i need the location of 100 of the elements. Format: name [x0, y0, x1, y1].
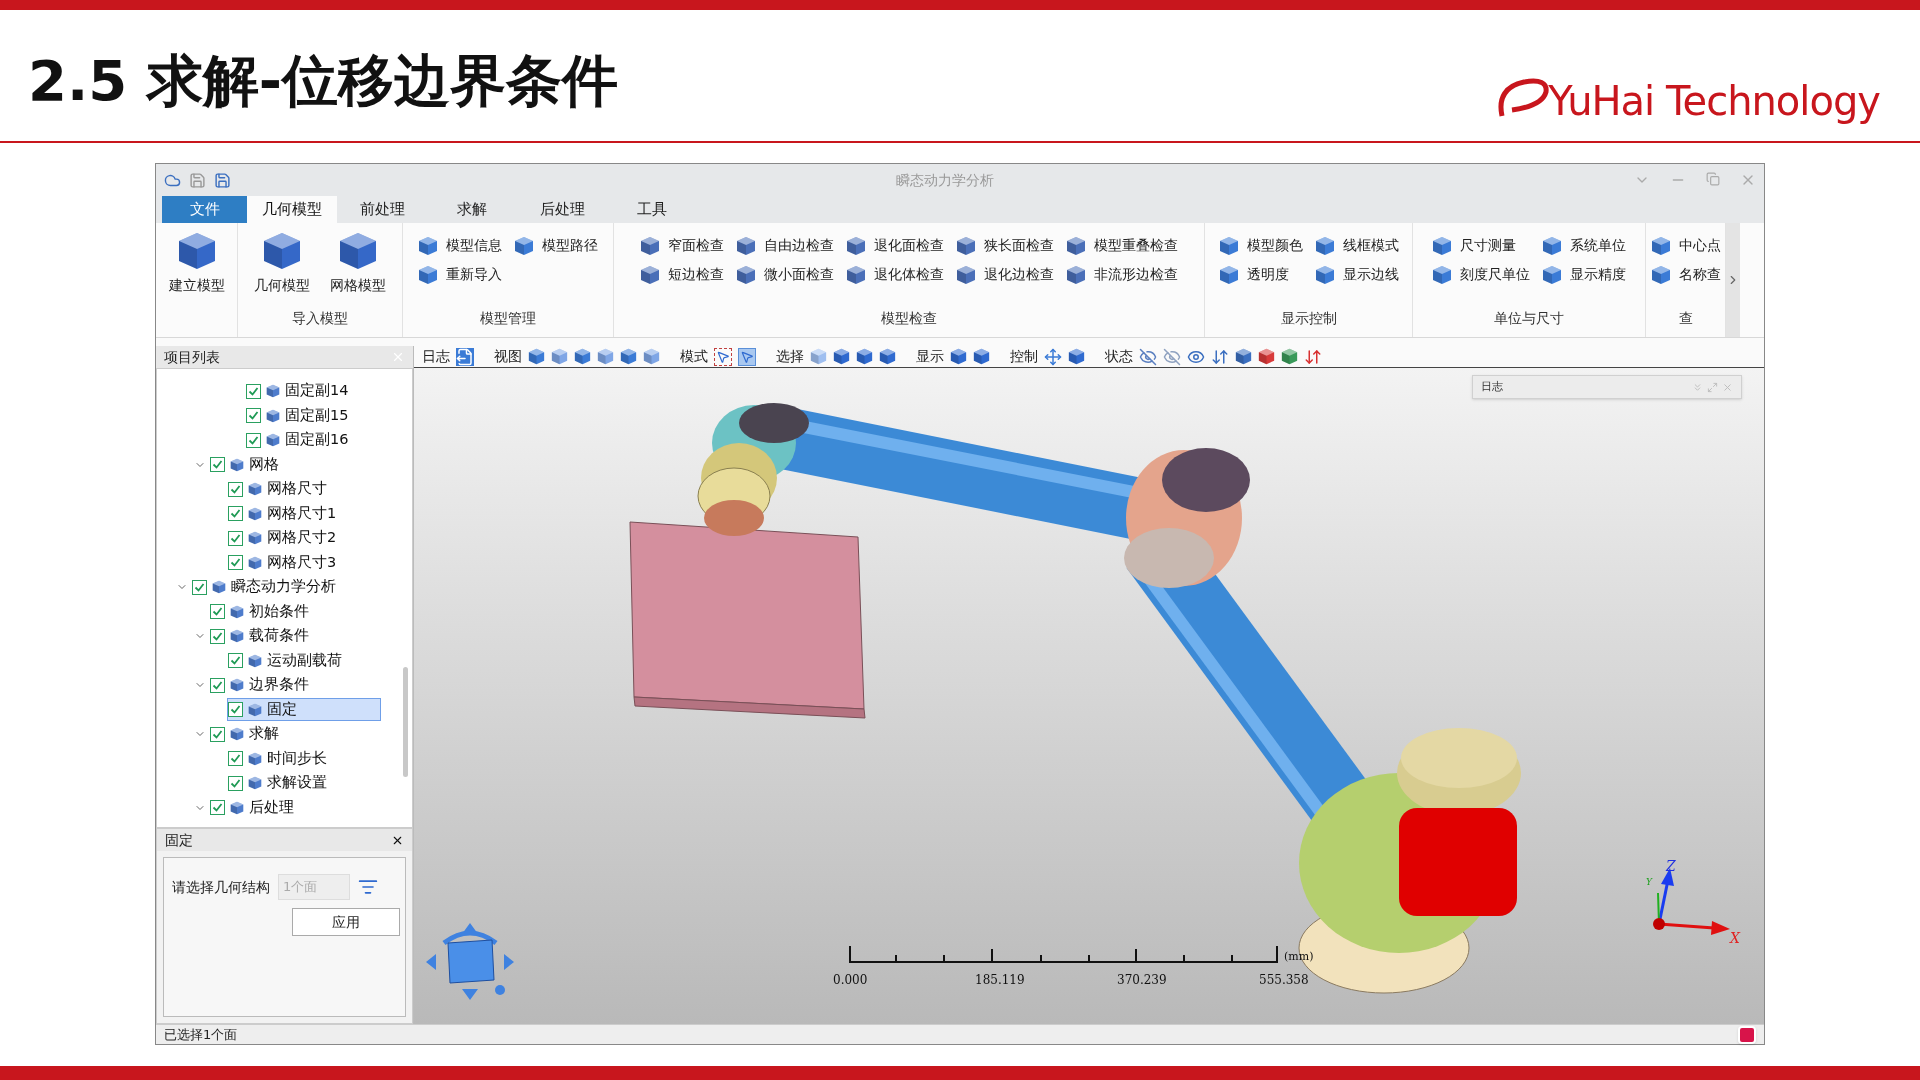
tree-item[interactable]: 运动副载荷	[227, 649, 351, 673]
checkbox[interactable]	[210, 677, 225, 693]
ribbon-button[interactable]: 透明度	[1218, 264, 1303, 285]
checkbox[interactable]	[246, 408, 261, 424]
tree-item[interactable]: 求解	[209, 722, 288, 746]
tree-item[interactable]: 求解设置	[227, 771, 336, 795]
app-icon[interactable]	[1738, 1025, 1756, 1044]
checkbox[interactable]	[246, 432, 261, 448]
ribbon-button[interactable]: 模型颜色	[1218, 235, 1303, 256]
field-label: 请选择几何结构	[172, 877, 270, 897]
tree-item[interactable]: 载荷条件	[209, 624, 318, 648]
large-ribbon-button[interactable]: 几何模型	[250, 231, 314, 296]
checkbox[interactable]	[210, 726, 225, 742]
ribbon-button[interactable]: 刻度尺单位	[1432, 264, 1530, 285]
ribbon-button[interactable]: 模型路径	[514, 235, 598, 256]
swap-icon	[1211, 347, 1229, 366]
checkbox[interactable]	[192, 579, 207, 595]
checkbox[interactable]	[228, 751, 243, 767]
ribbon-button[interactable]: 中心点	[1650, 235, 1721, 256]
tree-node-icon	[266, 384, 280, 399]
checkmark-icon	[248, 410, 259, 422]
ribbon-button[interactable]: 短边检查	[640, 264, 724, 285]
save-icon[interactable]	[214, 171, 231, 189]
ribbon-button[interactable]: 尺寸测量	[1432, 235, 1530, 256]
checkbox[interactable]	[210, 800, 225, 816]
tree-item[interactable]: 瞬态动力学分析	[191, 575, 345, 599]
ribbon-button[interactable]: 退化边检查	[956, 264, 1054, 285]
ribbon-button[interactable]: 模型信息	[418, 235, 502, 256]
tree-node-icon	[266, 433, 280, 448]
ribbon-button[interactable]: 自由边检查	[736, 235, 834, 256]
checkbox[interactable]	[228, 653, 243, 669]
tree-node-icon	[248, 776, 262, 791]
tree-item[interactable]: 固定	[227, 698, 381, 722]
list-icon[interactable]	[358, 877, 378, 897]
ribbon-button[interactable]: 显示边线	[1314, 264, 1399, 285]
ribbon-group-label: 模型检查	[880, 309, 938, 328]
ribbon-button[interactable]: 微小面检查	[736, 264, 834, 285]
ribbon-button[interactable]: 模型重叠检查	[1066, 235, 1178, 256]
tree-item[interactable]: 网格尺寸1	[227, 502, 346, 526]
apply-button[interactable]: 应用	[292, 908, 400, 936]
checkbox[interactable]	[228, 481, 243, 497]
tree-item[interactable]: 网格尺寸3	[227, 551, 346, 575]
mode-button[interactable]	[738, 347, 756, 366]
tree-item[interactable]: 固定副14	[245, 379, 358, 403]
checkbox[interactable]	[228, 530, 243, 546]
checkmark-icon	[230, 777, 241, 789]
tree-item[interactable]: 网格尺寸2	[227, 526, 346, 550]
tree-node-icon	[230, 800, 244, 815]
3d-viewport[interactable]: 0.000 185.119 370.239 555.358 (mm) Z Y X 日志	[414, 368, 1764, 1024]
toolbar-label: 状态	[1105, 347, 1133, 366]
tree-item[interactable]: 初始条件	[209, 600, 318, 624]
ribbon-button[interactable]: 退化体检查	[846, 264, 944, 285]
ribbon-button[interactable]: 窄面检查	[640, 235, 724, 256]
ribbon-button[interactable]: 显示精度	[1542, 264, 1626, 285]
checkbox[interactable]	[246, 383, 261, 399]
ribbon-button[interactable]: 狭长面检查	[956, 235, 1054, 256]
ribbon-tab[interactable]: 工具	[607, 196, 697, 223]
ribbon-button[interactable]: 非流形边检查	[1066, 264, 1178, 285]
tree-item[interactable]: 网格	[209, 453, 288, 477]
tree-item[interactable]: 网格尺寸	[227, 477, 336, 501]
checkbox[interactable]	[210, 457, 225, 473]
checkbox[interactable]	[210, 628, 225, 644]
tree-item-label: 求解设置	[267, 773, 327, 793]
tree-item[interactable]: 固定副16	[245, 428, 358, 452]
save-icon[interactable]	[189, 171, 206, 189]
cube-icon	[1314, 235, 1335, 256]
ribbon-tab[interactable]: 求解	[427, 196, 517, 223]
checkbox[interactable]	[228, 555, 243, 571]
tree-item[interactable]: 固定副15	[245, 404, 358, 428]
ribbon-group-label: 单位与尺寸	[1493, 309, 1565, 328]
checkbox[interactable]	[228, 702, 243, 718]
tree-item[interactable]: 时间步长	[227, 747, 336, 771]
large-ribbon-button[interactable]: 网格模型	[326, 231, 390, 296]
view-cube-drawing[interactable]	[426, 923, 514, 1000]
ribbon-tab[interactable]: 前处理	[337, 196, 427, 223]
tree-item-label: 瞬态动力学分析	[231, 577, 336, 597]
tree-node-icon	[230, 604, 244, 619]
checkbox[interactable]	[210, 604, 225, 620]
large-ribbon-button[interactable]: 建立模型	[164, 231, 229, 296]
mode-button[interactable]	[714, 347, 732, 366]
checkbox[interactable]	[228, 506, 243, 522]
ribbon-button[interactable]: 退化面检查	[846, 235, 944, 256]
ribbon-button[interactable]: 线框模式	[1314, 235, 1399, 256]
ribbon-button[interactable]: 重新导入	[418, 264, 502, 285]
cube-icon	[1542, 264, 1562, 285]
scrollbar-thumb[interactable]	[403, 667, 408, 777]
tree-item[interactable]: 边界条件	[209, 673, 318, 697]
axis-label: X	[1730, 929, 1740, 948]
checkbox[interactable]	[228, 775, 243, 791]
toolbar-label: 模式	[680, 347, 708, 366]
cube-icon	[418, 235, 438, 256]
tree-item[interactable]: 后处理	[209, 796, 303, 820]
ribbon-tab[interactable]: 文件	[162, 196, 247, 223]
ribbon-tab[interactable]: 几何模型	[247, 196, 337, 223]
ribbon-tab[interactable]: 后处理	[517, 196, 607, 223]
eye-off-icon	[1139, 347, 1157, 366]
ribbon-button[interactable]: 名称查	[1650, 264, 1721, 285]
scale-unit: (mm)	[1284, 949, 1314, 965]
ribbon-button[interactable]: 系统单位	[1542, 235, 1626, 256]
restore-icon[interactable]	[1706, 172, 1720, 186]
